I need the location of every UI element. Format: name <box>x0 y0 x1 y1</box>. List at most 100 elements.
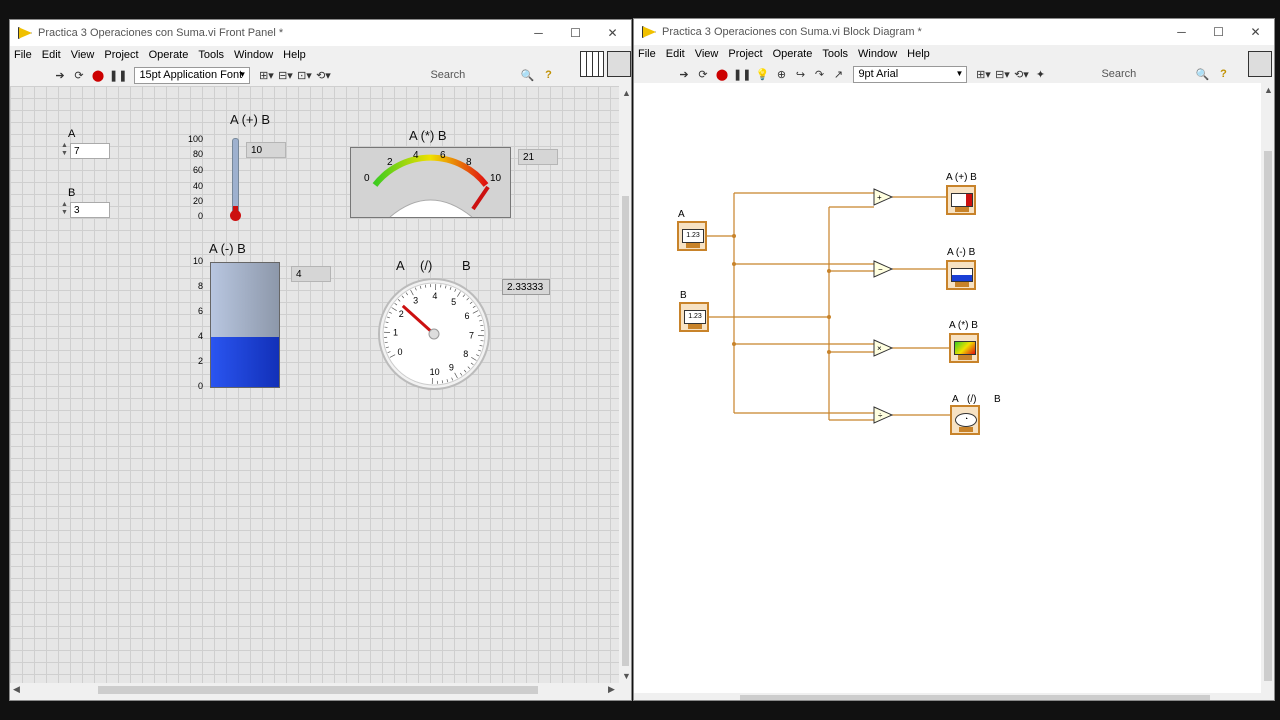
search-input[interactable]: Search <box>1101 68 1136 80</box>
maximize-button[interactable]: ☐ <box>1200 19 1237 45</box>
align-objects-icon[interactable]: ⊞▾ <box>258 67 274 83</box>
menu-window[interactable]: Window <box>858 48 897 60</box>
reorder-icon[interactable]: ⟲▾ <box>1013 66 1029 82</box>
minimize-button[interactable]: ─ <box>1163 19 1200 45</box>
terminal-prod-indicator[interactable] <box>949 333 979 363</box>
meter-indicator: 0 2 4 6 8 10 <box>350 147 511 218</box>
close-button[interactable]: ✕ <box>1237 19 1274 45</box>
distribute-objects-icon[interactable]: ⊟▾ <box>277 67 293 83</box>
clean-up-diagram-icon[interactable]: ✦ <box>1032 66 1048 82</box>
thermo-tick: 20 <box>193 196 204 206</box>
menu-window[interactable]: Window <box>234 49 273 61</box>
scroll-down-arrow-icon[interactable]: ▼ <box>622 671 631 681</box>
search-box[interactable]: Search 🔍 <box>422 67 540 84</box>
connector-pane-icon[interactable] <box>580 51 604 77</box>
menu-operate[interactable]: Operate <box>149 49 189 61</box>
control-b-input[interactable]: 3 <box>70 202 110 218</box>
distribute-objects-icon[interactable]: ⊟▾ <box>994 66 1010 82</box>
block-diagram-titlebar[interactable]: Practica 3 Operaciones con Suma.vi Block… <box>634 19 1274 45</box>
pause-icon[interactable]: ❚❚ <box>109 67 127 83</box>
increment-decrement-a[interactable]: ▲ ▼ <box>60 142 69 160</box>
scroll-left-arrow-icon[interactable]: ◀ <box>13 684 20 695</box>
abort-icon[interactable]: ⬤ <box>714 66 730 82</box>
highlight-execution-icon[interactable]: 💡 <box>754 66 770 82</box>
close-button[interactable]: ✕ <box>594 20 631 46</box>
search-input[interactable]: Search <box>430 69 465 81</box>
vertical-scrollbar[interactable]: ▲ <box>1261 83 1274 693</box>
run-continuously-icon[interactable]: ⟳ <box>71 67 87 83</box>
meter-digital-display: 21 <box>518 149 558 165</box>
search-box[interactable]: Search 🔍 <box>1091 66 1215 83</box>
step-out-icon[interactable]: ↗ <box>830 66 846 82</box>
horizontal-scrollbar[interactable]: ◀ ▶ <box>10 683 619 697</box>
divide-function-icon[interactable] <box>873 406 894 424</box>
toolbar: ➔ ⟳ ⬤ ❚❚ 15pt Application Font ▼ ⊞▾ ⊟▾ ⊡▾… <box>10 64 631 86</box>
run-arrow-icon[interactable]: ➔ <box>676 66 692 82</box>
font-selector[interactable]: 9pt Arial ▼ <box>853 65 968 83</box>
menu-view[interactable]: View <box>71 49 95 61</box>
menu-file[interactable]: File <box>638 48 656 60</box>
resize-objects-icon[interactable]: ⊡▾ <box>296 67 312 83</box>
terminal-b-control[interactable]: 1.23 <box>679 302 709 332</box>
menu-project[interactable]: Project <box>104 49 138 61</box>
svg-text:÷: ÷ <box>878 411 883 420</box>
menu-view[interactable]: View <box>695 48 719 60</box>
run-continuously-icon[interactable]: ⟳ <box>695 66 711 82</box>
terminal-a-control[interactable]: 1.23 <box>677 221 707 251</box>
menu-help[interactable]: Help <box>907 48 930 60</box>
labview-icon <box>642 26 656 38</box>
gauge-tick: 6 <box>465 311 470 321</box>
retain-wire-values-icon[interactable]: ⊕ <box>773 66 789 82</box>
vertical-scroll-thumb[interactable] <box>622 196 629 666</box>
menu-tools[interactable]: Tools <box>198 49 224 61</box>
scroll-right-arrow-icon[interactable]: ▶ <box>608 684 615 695</box>
search-icon[interactable]: 🔍 <box>521 69 535 82</box>
scroll-up-arrow-icon[interactable]: ▲ <box>622 88 631 98</box>
reorder-icon[interactable]: ⟲▾ <box>315 67 331 83</box>
menu-edit[interactable]: Edit <box>42 49 61 61</box>
terminal-diff-indicator[interactable] <box>946 260 976 290</box>
help-icon[interactable]: ? <box>540 67 556 83</box>
control-a-input[interactable]: 7 <box>70 143 110 159</box>
menu-operate[interactable]: Operate <box>773 48 813 60</box>
chevron-down-icon: ▼ <box>955 68 964 78</box>
minimize-button[interactable]: ─ <box>520 20 557 46</box>
step-over-icon[interactable]: ↷ <box>811 66 827 82</box>
terminal-quot-indicator[interactable]: ◔ <box>950 405 980 435</box>
horizontal-scrollbar[interactable] <box>634 693 1261 700</box>
horizontal-scroll-thumb[interactable] <box>98 686 538 694</box>
vi-icon[interactable] <box>1248 51 1272 77</box>
run-arrow-icon[interactable]: ➔ <box>52 67 68 83</box>
maximize-button[interactable]: ☐ <box>557 20 594 46</box>
menu-file[interactable]: File <box>14 49 32 61</box>
menu-project[interactable]: Project <box>728 48 762 60</box>
terminal-sum-indicator[interactable] <box>946 185 976 215</box>
terminal-quot-label-b: B <box>994 394 1001 405</box>
align-objects-icon[interactable]: ⊞▾ <box>975 66 991 82</box>
subtract-function-icon[interactable] <box>873 260 894 278</box>
step-into-icon[interactable]: ↪ <box>792 66 808 82</box>
gauge-label-op: (/) <box>420 258 433 273</box>
menu-bar: File Edit View Project Operate Tools Win… <box>634 45 1274 63</box>
horizontal-scroll-thumb[interactable] <box>740 695 1210 700</box>
tank-tick: 2 <box>198 356 204 366</box>
search-icon[interactable]: 🔍 <box>1196 68 1210 81</box>
window-title: Practica 3 Operaciones con Suma.vi Front… <box>38 27 284 39</box>
font-selector[interactable]: 15pt Application Font ▼ <box>134 66 251 84</box>
pause-icon[interactable]: ❚❚ <box>733 66 751 82</box>
menu-edit[interactable]: Edit <box>666 48 685 60</box>
thermometer-label: A (+) B <box>230 112 271 127</box>
vi-icon[interactable] <box>607 51 631 77</box>
vertical-scrollbar[interactable]: ▲ ▼ <box>619 86 631 683</box>
menu-help[interactable]: Help <box>283 49 306 61</box>
help-icon[interactable]: ? <box>1215 66 1231 82</box>
increment-decrement-b[interactable]: ▲ ▼ <box>60 201 69 219</box>
front-panel-titlebar[interactable]: Practica 3 Operaciones con Suma.vi Front… <box>10 20 631 46</box>
abort-icon[interactable]: ⬤ <box>90 67 106 83</box>
menu-tools[interactable]: Tools <box>822 48 848 60</box>
scroll-up-arrow-icon[interactable]: ▲ <box>1264 85 1273 95</box>
meter-tick: 4 <box>413 150 419 161</box>
tank-tick: 4 <box>198 331 204 341</box>
tank-digital-display: 4 <box>291 266 331 282</box>
vertical-scroll-thumb[interactable] <box>1264 151 1272 681</box>
